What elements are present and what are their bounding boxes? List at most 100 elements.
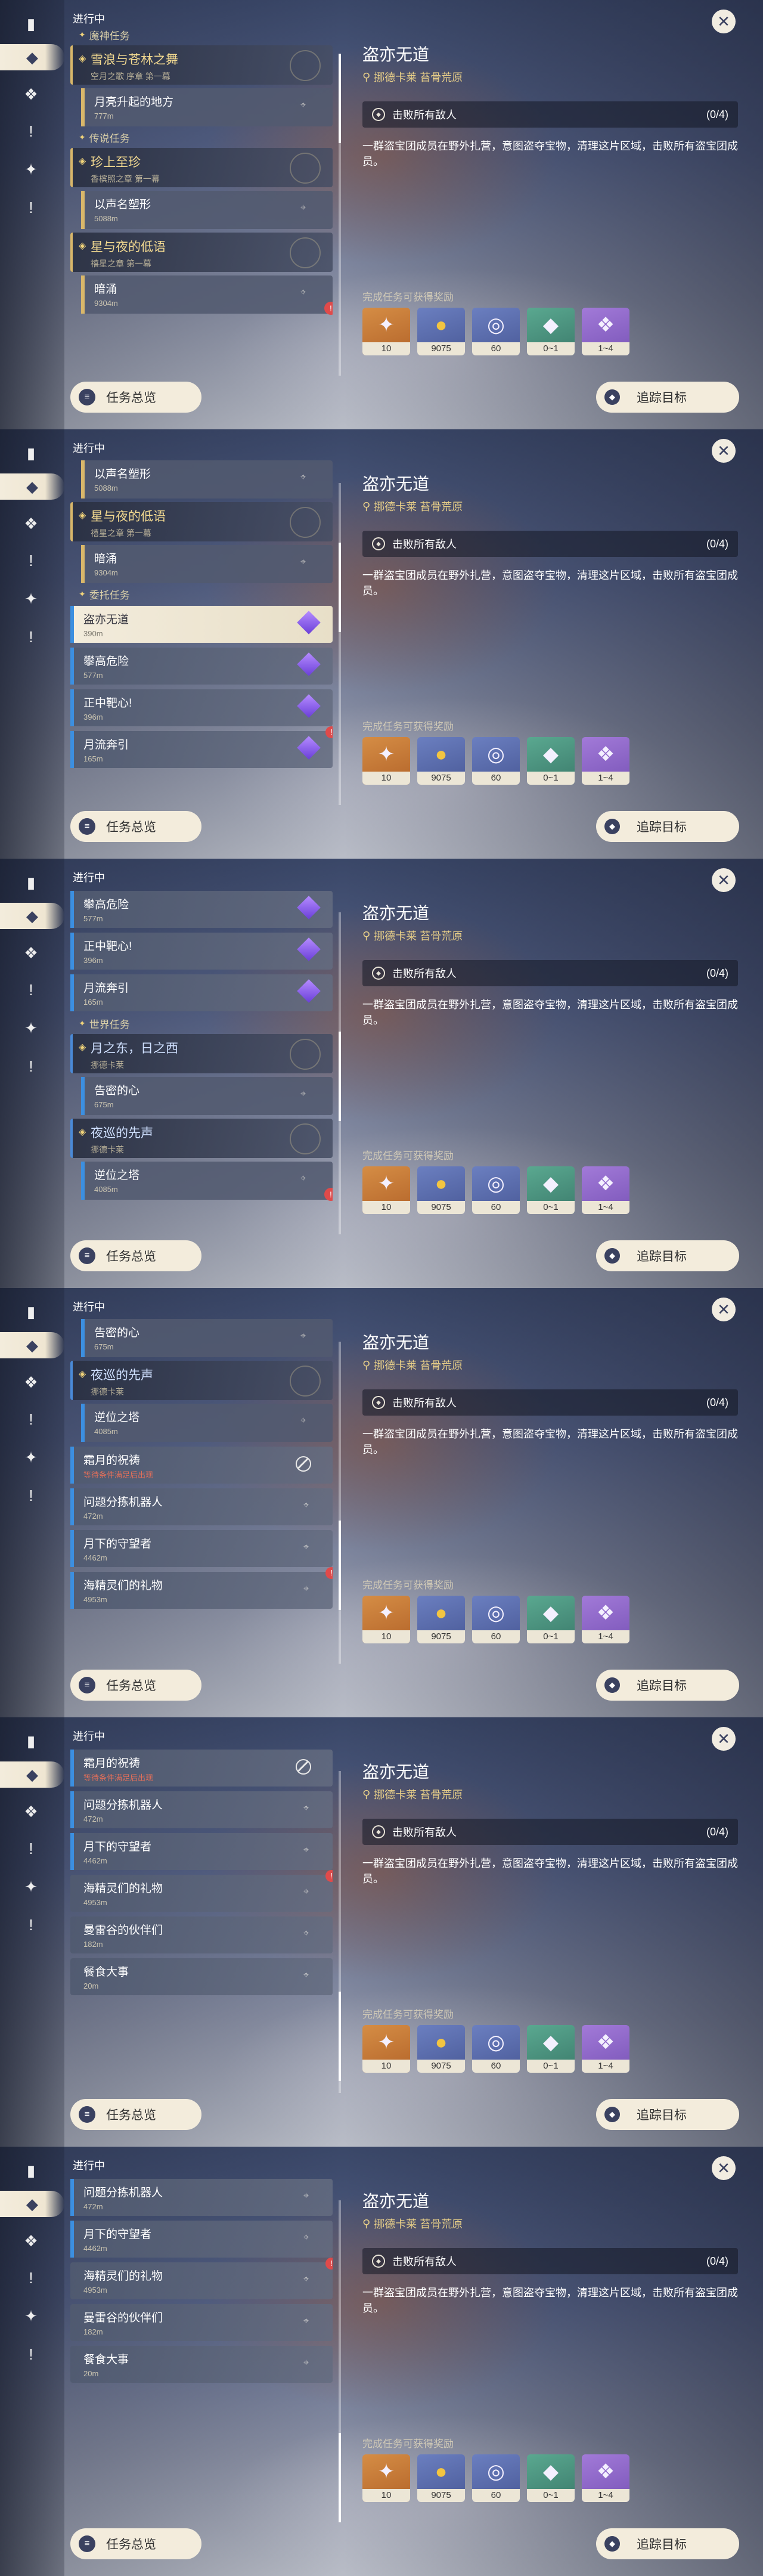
- quest-step[interactable]: 以声名塑形 5088m ⌖: [81, 191, 333, 229]
- close-button[interactable]: ✕: [712, 2156, 736, 2180]
- rail-commission-button[interactable]: !: [18, 1406, 44, 1432]
- rail-archon-quest-button[interactable]: ◆: [0, 903, 64, 929]
- reward-item[interactable]: ◎ 60: [472, 1596, 520, 1643]
- quest-group[interactable]: ◈ 夜巡的先声 挪德卡莱: [70, 1119, 333, 1158]
- rail-archon-quest-button[interactable]: ◆: [0, 44, 64, 70]
- quest-item[interactable]: 霜月的祝祷 等待条件满足后出现: [70, 1447, 333, 1484]
- reward-item[interactable]: ◆ 0~1: [527, 2454, 575, 2502]
- reward-item[interactable]: ❖ 1~4: [582, 1166, 629, 1214]
- rail-commission-button[interactable]: !: [18, 118, 44, 144]
- quest-item[interactable]: 曼雷谷的伙伴们 182m ⌖: [70, 1916, 333, 1953]
- reward-item[interactable]: ● 9075: [417, 2025, 465, 2073]
- quest-group[interactable]: ◈ 夜巡的先声 挪德卡莱: [70, 1361, 333, 1400]
- rail-commission-button[interactable]: !: [18, 1835, 44, 1862]
- reward-item[interactable]: ◆ 0~1: [527, 2025, 575, 2073]
- reward-item[interactable]: ● 9075: [417, 1166, 465, 1214]
- list-scrollbar[interactable]: [339, 1771, 341, 2093]
- reward-item[interactable]: ● 9075: [417, 1596, 465, 1643]
- quest-group[interactable]: ◈ 星与夜的低语 禧星之章 第一幕: [70, 502, 333, 541]
- quest-step[interactable]: 以声名塑形 5088m ⌖: [81, 460, 333, 499]
- track-target-button[interactable]: ◆ 追踪目标: [596, 382, 739, 413]
- reward-item[interactable]: ❖ 1~4: [582, 737, 629, 785]
- reward-item[interactable]: ❖ 1~4: [582, 1596, 629, 1643]
- rail-story-quest-button[interactable]: ❖: [18, 940, 44, 966]
- reward-item[interactable]: ✦ 10: [362, 1166, 410, 1214]
- rail-quest-book-button[interactable]: ▮: [18, 11, 44, 37]
- rail-world-quest-button[interactable]: ✦: [18, 2303, 44, 2329]
- reward-item[interactable]: ◎ 60: [472, 737, 520, 785]
- track-target-button[interactable]: ◆ 追踪目标: [596, 1240, 739, 1271]
- rail-story-quest-button[interactable]: ❖: [18, 1798, 44, 1825]
- reward-item[interactable]: ◆ 0~1: [527, 308, 575, 355]
- quest-group[interactable]: ◈ 珍上至珍 香槟照之章 第一幕: [70, 148, 333, 187]
- scrollbar-thumb[interactable]: [339, 543, 341, 632]
- scrollbar-thumb[interactable]: [339, 1032, 341, 1121]
- rail-quest-book-button[interactable]: ▮: [18, 440, 44, 466]
- reward-item[interactable]: ✦ 10: [362, 308, 410, 355]
- reward-item[interactable]: ● 9075: [417, 2454, 465, 2502]
- quest-item[interactable]: 餐食大事 20m ⌖: [70, 1958, 333, 1995]
- quest-item[interactable]: 问题分拣机器人 472m ⌖: [70, 1791, 333, 1828]
- reward-item[interactable]: ◎ 60: [472, 2454, 520, 2502]
- rail-world-quest-button[interactable]: ✦: [18, 1015, 44, 1041]
- rail-story-quest-button[interactable]: ❖: [18, 510, 44, 537]
- rail-event-quest-button[interactable]: !: [18, 1053, 44, 1079]
- rail-story-quest-button[interactable]: ❖: [18, 81, 44, 107]
- rail-story-quest-button[interactable]: ❖: [18, 1369, 44, 1395]
- quest-overview-button[interactable]: ≡ 任务总览: [70, 382, 201, 413]
- rail-quest-book-button[interactable]: ▮: [18, 1728, 44, 1754]
- quest-overview-button[interactable]: ≡ 任务总览: [70, 1670, 201, 1701]
- rail-event-quest-button[interactable]: !: [18, 194, 44, 221]
- quest-overview-button[interactable]: ≡ 任务总览: [70, 2099, 201, 2130]
- quest-item[interactable]: 问题分拣机器人 472m ⌖: [70, 2179, 333, 2216]
- quest-step[interactable]: 逆位之塔 4085m ⌖!: [81, 1162, 333, 1201]
- rail-event-quest-button[interactable]: !: [18, 1912, 44, 1938]
- scrollbar-thumb[interactable]: [339, 1992, 341, 2081]
- quest-item[interactable]: 问题分拣机器人 472m ⌖: [70, 1488, 333, 1525]
- track-target-button[interactable]: ◆ 追踪目标: [596, 1670, 739, 1701]
- track-target-button[interactable]: ◆ 追踪目标: [596, 2099, 739, 2130]
- list-scrollbar[interactable]: [339, 54, 341, 376]
- quest-item[interactable]: 正中靶心! 396m: [70, 689, 333, 726]
- rail-world-quest-button[interactable]: ✦: [18, 156, 44, 182]
- rail-archon-quest-button[interactable]: ◆: [0, 1332, 64, 1358]
- quest-item[interactable]: 餐食大事 20m ⌖: [70, 2346, 333, 2383]
- rail-event-quest-button[interactable]: !: [18, 624, 44, 650]
- reward-item[interactable]: ✦ 10: [362, 1596, 410, 1643]
- track-target-button[interactable]: ◆ 追踪目标: [596, 811, 739, 842]
- reward-item[interactable]: ◎ 60: [472, 2025, 520, 2073]
- rail-commission-button[interactable]: !: [18, 2265, 44, 2291]
- rail-story-quest-button[interactable]: ❖: [18, 2228, 44, 2254]
- quest-item[interactable]: 攀高危险 577m: [70, 648, 333, 685]
- close-button[interactable]: ✕: [712, 1298, 736, 1321]
- rail-archon-quest-button[interactable]: ◆: [0, 1761, 64, 1788]
- close-button[interactable]: ✕: [712, 868, 736, 892]
- reward-item[interactable]: ◆ 0~1: [527, 1596, 575, 1643]
- rail-archon-quest-button[interactable]: ◆: [0, 473, 64, 500]
- quest-item[interactable]: 月流奔引 165m: [70, 974, 333, 1011]
- list-scrollbar[interactable]: [339, 483, 341, 805]
- rail-quest-book-button[interactable]: ▮: [18, 1299, 44, 1325]
- reward-item[interactable]: ✦ 10: [362, 2025, 410, 2073]
- quest-item[interactable]: 海精灵们的礼物 4953m ⌖!: [70, 1870, 333, 1912]
- reward-item[interactable]: ◎ 60: [472, 1166, 520, 1214]
- rail-quest-book-button[interactable]: ▮: [18, 869, 44, 896]
- rail-world-quest-button[interactable]: ✦: [18, 586, 44, 612]
- quest-overview-button[interactable]: ≡ 任务总览: [70, 811, 201, 842]
- quest-item[interactable]: 月下的守望者 4462m ⌖: [70, 2221, 333, 2258]
- rail-world-quest-button[interactable]: ✦: [18, 1874, 44, 1900]
- close-button[interactable]: ✕: [712, 439, 736, 463]
- quest-item[interactable]: 月流奔引 165m!: [70, 726, 333, 768]
- quest-overview-button[interactable]: ≡ 任务总览: [70, 2528, 201, 2559]
- quest-item[interactable]: 霜月的祝祷 等待条件满足后出现: [70, 1750, 333, 1787]
- scrollbar-thumb[interactable]: [339, 1521, 341, 1610]
- scrollbar-thumb[interactable]: [339, 2433, 341, 2522]
- rail-commission-button[interactable]: !: [18, 977, 44, 1003]
- rail-world-quest-button[interactable]: ✦: [18, 1444, 44, 1470]
- list-scrollbar[interactable]: [339, 1342, 341, 1664]
- quest-item[interactable]: 月下的守望者 4462m ⌖: [70, 1833, 333, 1870]
- quest-item[interactable]: 月下的守望者 4462m ⌖: [70, 1530, 333, 1567]
- reward-item[interactable]: ✦ 10: [362, 737, 410, 785]
- rail-event-quest-button[interactable]: !: [18, 1482, 44, 1509]
- close-button[interactable]: ✕: [712, 1727, 736, 1751]
